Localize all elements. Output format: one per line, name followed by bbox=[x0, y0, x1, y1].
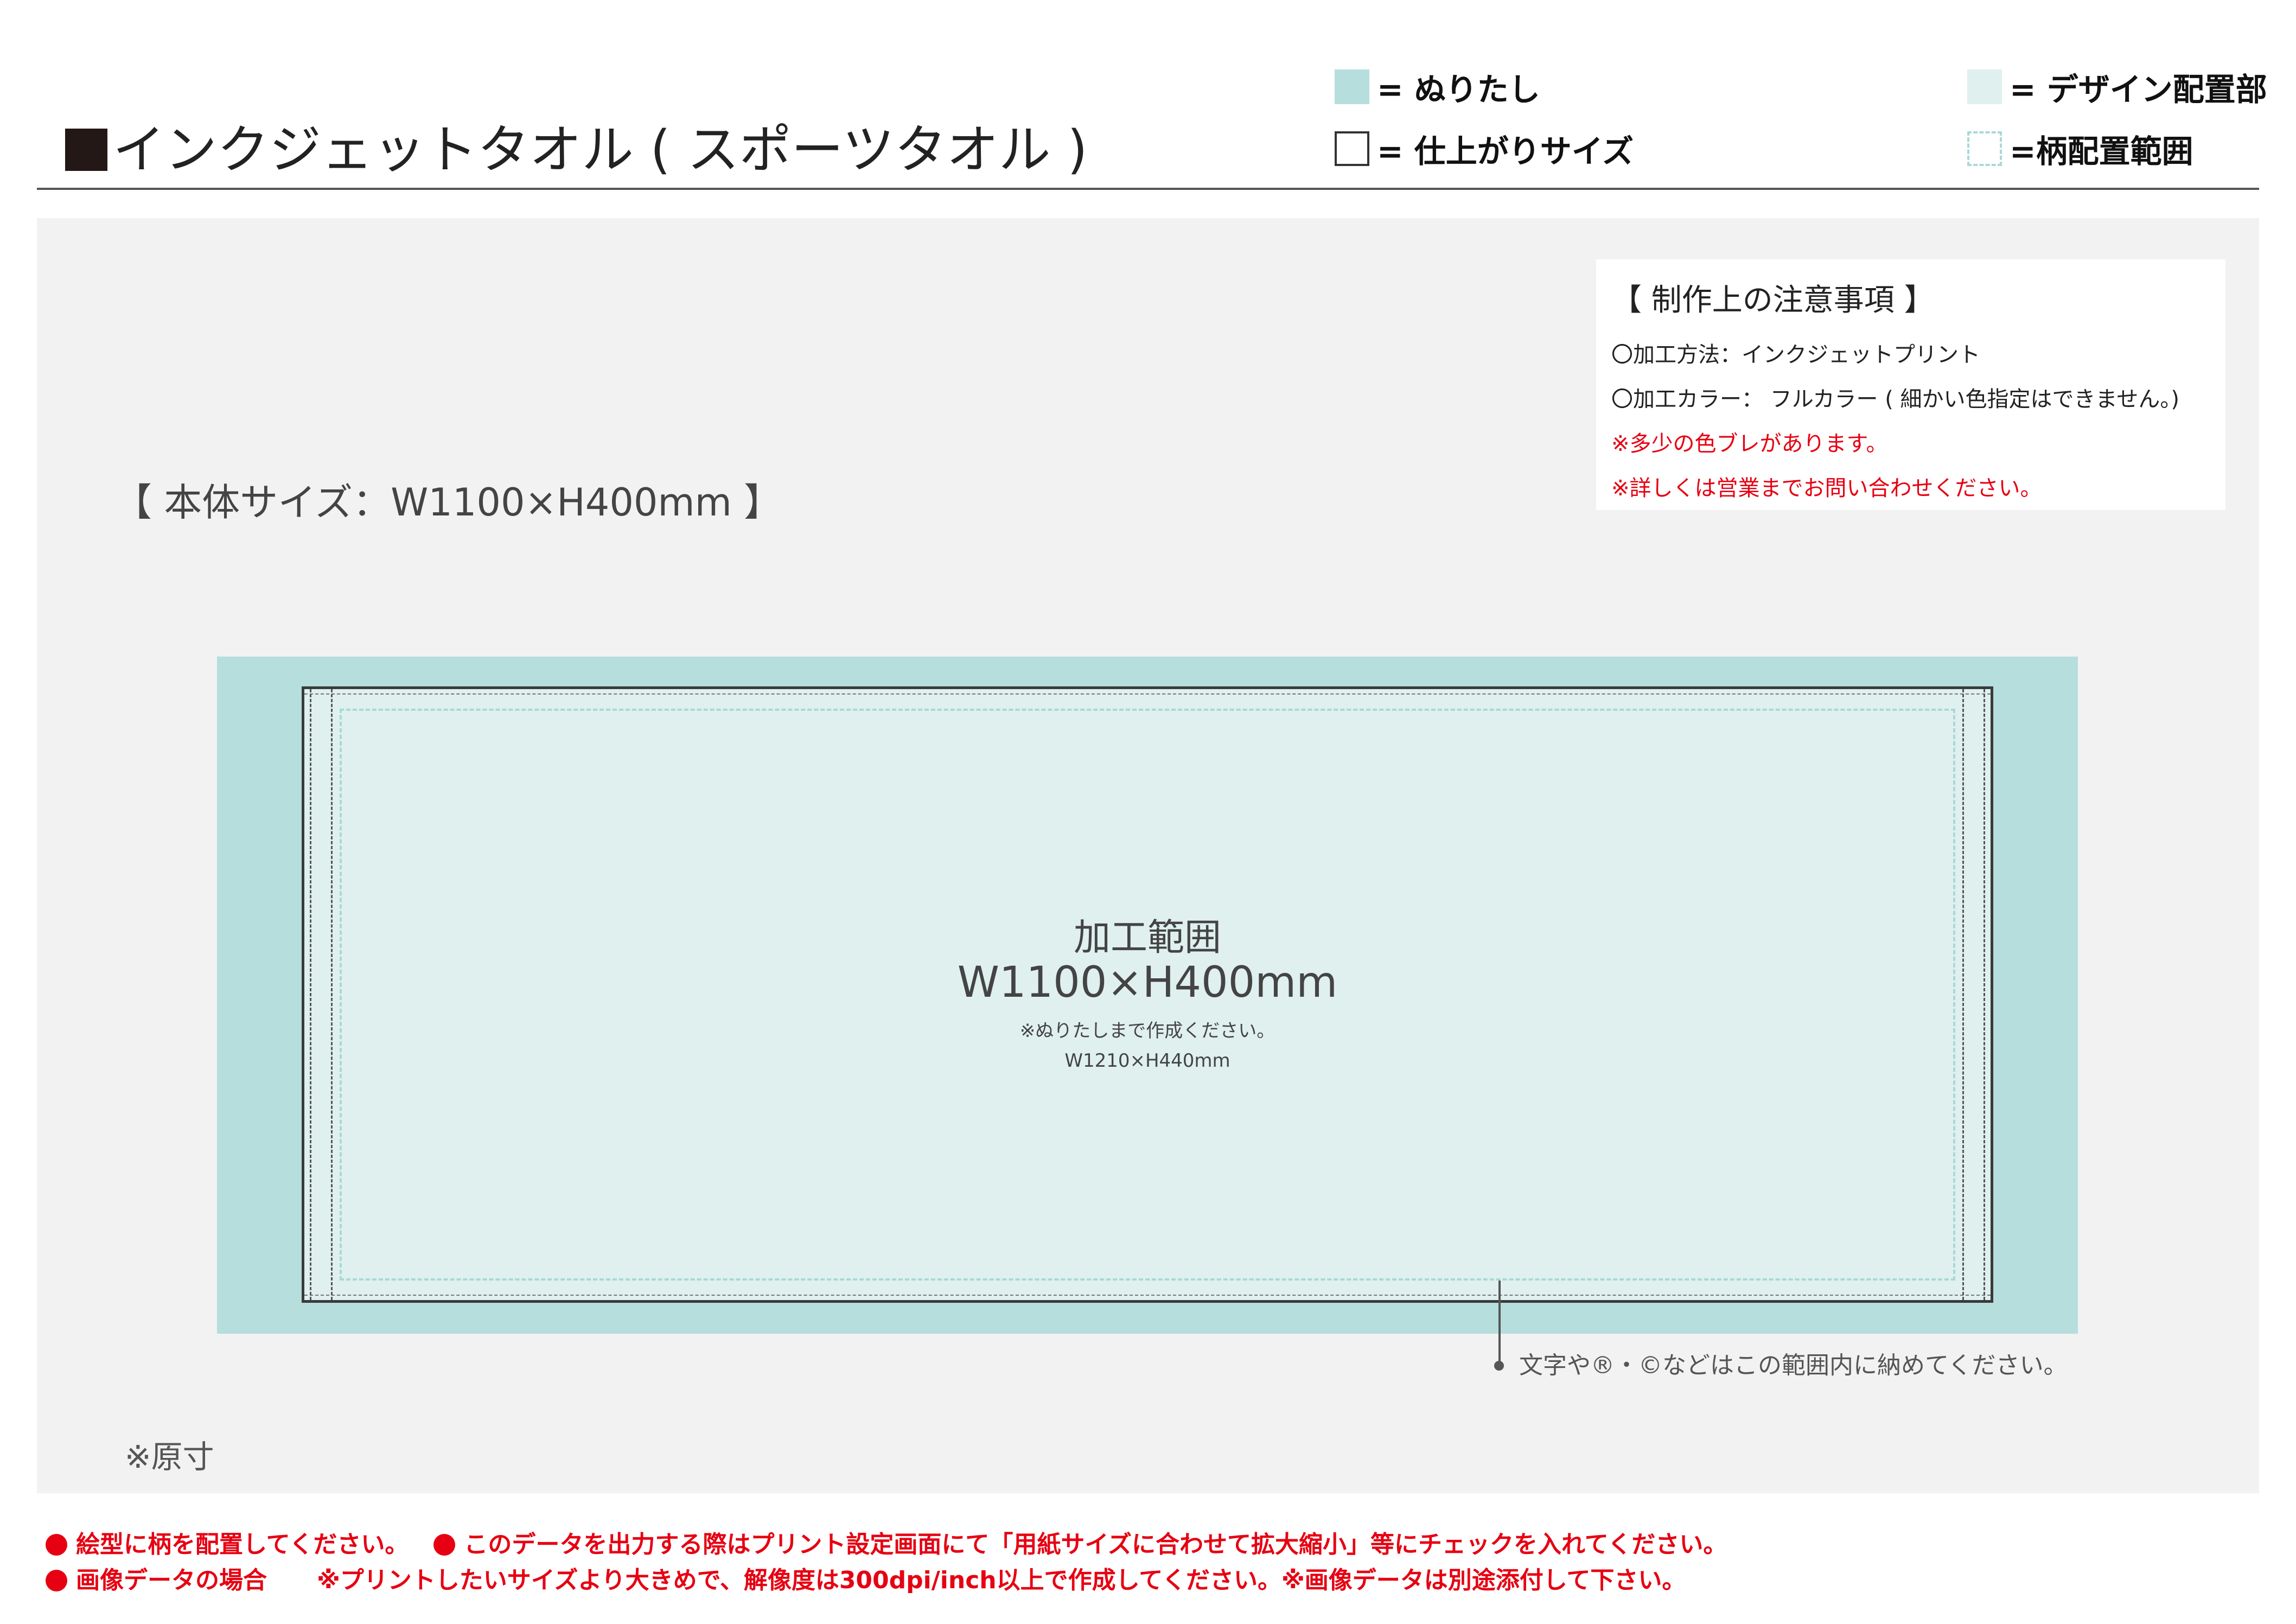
footer-image-data: 画像データの場合 bbox=[76, 1566, 267, 1594]
leader-text: 文字や®・©などはこの範囲内に納めてください。 bbox=[1519, 1352, 2068, 1379]
legend-bleed: = ぬりたし bbox=[1335, 64, 1540, 110]
page-title-text: インクジェットタオル ( スポーツタオル ) bbox=[113, 119, 1088, 180]
legend-trim-label: = 仕上がりサイズ bbox=[1377, 133, 1634, 170]
legend-bleed-label: = ぬりたし bbox=[1377, 71, 1540, 108]
leader-dot-icon bbox=[1494, 1361, 1504, 1371]
note-warning-color-shift: ※多少の色ブレがあります。 bbox=[1611, 431, 1888, 456]
page-title: インクジェットタオル ( スポーツタオル ) bbox=[65, 107, 1088, 183]
pattern-swatch-icon bbox=[1967, 131, 2002, 166]
footer-instruction-1: 絵型に柄を配置してください。 bbox=[76, 1531, 409, 1558]
legend-design: = デザイン配置部 bbox=[1967, 64, 2267, 110]
red-bullet-icon bbox=[433, 1534, 456, 1556]
red-bullet-icon bbox=[46, 1534, 67, 1556]
area-size: W1100×H400mm bbox=[957, 958, 1338, 1007]
trim-swatch-icon bbox=[1335, 131, 1369, 166]
production-notes: 【 制作上の注意事項 】 〇加工方法：インクジェットプリント 〇加工カラー： フ… bbox=[1596, 259, 2225, 510]
design-swatch-icon bbox=[1967, 69, 2002, 104]
square-bullet-icon bbox=[65, 129, 107, 171]
note-method: 〇加工方法：インクジェットプリント bbox=[1611, 342, 1980, 367]
bleed-size: W1210×H440mm bbox=[1064, 1050, 1230, 1072]
actual-size-note: ※原寸 bbox=[125, 1438, 214, 1475]
hem-right bbox=[1962, 689, 1985, 1300]
header-divider bbox=[37, 188, 2259, 190]
leader-line bbox=[1498, 1281, 1501, 1367]
footer-line-2: 画像データの場合 ※プリントしたいサイズより大きめで、解像度は300dpi/inc… bbox=[46, 1561, 1686, 1595]
footer-image-instructions: ※プリントしたいサイズより大きめで、解像度は300dpi/inch以上で作成して… bbox=[317, 1566, 1686, 1594]
legend-pattern-label: =柄配置範囲 bbox=[2010, 133, 2193, 170]
bleed-note: ※ぬりたしまで作成ください。 bbox=[1019, 1020, 1275, 1042]
legend-pattern: =柄配置範囲 bbox=[1967, 126, 2193, 171]
body-size-label: 【 本体サイズ：W1100×H400mm 】 bbox=[114, 480, 782, 525]
area-info: 加工範囲 W1100×H400mm ※ぬりたしまで作成ください。 W1210×H… bbox=[814, 917, 1481, 1072]
note-warning-contact: ※詳しくは営業までお問い合わせください。 bbox=[1611, 476, 2042, 501]
area-label: 加工範囲 bbox=[1073, 916, 1221, 959]
footer-line-1: 絵型に柄を配置してください。 このデータを出力する際はプリント設定画面にて「用紙サ… bbox=[46, 1525, 1727, 1559]
bleed-swatch-icon bbox=[1335, 69, 1369, 104]
red-bullet-icon bbox=[46, 1570, 67, 1591]
note-color: 〇加工カラー： フルカラー ( 細かい色指定はできません。) bbox=[1611, 387, 2179, 412]
notes-title: 【 制作上の注意事項 】 bbox=[1611, 283, 1935, 318]
footer-instruction-2: このデータを出力する際はプリント設定画面にて「用紙サイズに合わせて拡大縮小」等に… bbox=[464, 1531, 1727, 1558]
legend-trim: = 仕上がりサイズ bbox=[1335, 126, 1634, 171]
legend-design-label: = デザイン配置部 bbox=[2010, 71, 2267, 108]
hem-left bbox=[310, 689, 333, 1300]
